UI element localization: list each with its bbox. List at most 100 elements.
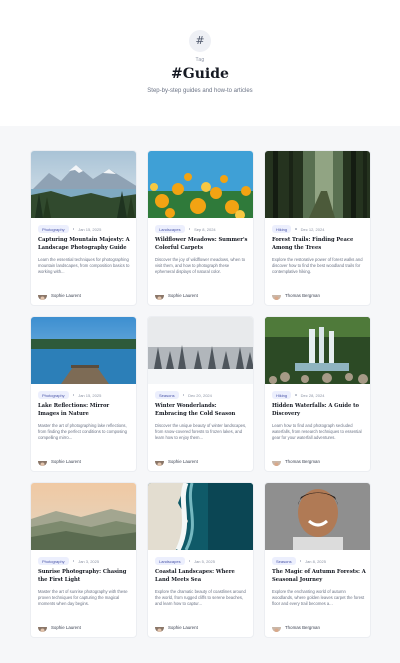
separator-dot [295, 228, 297, 230]
separator-dot [295, 394, 297, 396]
separator-dot [72, 394, 75, 396]
article-title[interactable]: Forest Trails: Finding Peace Among the T… [272, 237, 366, 252]
article-meta: Seasons Jan 8, 2025 [272, 557, 326, 565]
article-excerpt: Explore the restorative power of forest … [272, 257, 363, 275]
article-date: Jan 15, 2025 [78, 392, 102, 398]
avatar [272, 623, 281, 632]
article-card[interactable]: Seasons Dec 20, 2024 Winter Wonderlands:… [147, 316, 254, 472]
article-date: Dec 28, 2024 [300, 392, 325, 398]
article-card[interactable]: Hiking Dec 28, 2024 Hidden Waterfalls: A… [264, 316, 371, 472]
article-meta: Landscapes Sep 8, 2024 [155, 225, 216, 233]
article-title[interactable]: Winter Wonderlands: Embracing the Cold S… [155, 403, 249, 418]
article-meta: Hiking Dec 12, 2024 [272, 225, 324, 233]
article-card[interactable]: Hiking Dec 12, 2024 Forest Trails: Findi… [264, 150, 371, 306]
category-badge[interactable]: Landscapes [155, 557, 185, 565]
page-subtitle: Step-by-step guides and how-to articles [147, 88, 253, 94]
article-card[interactable]: Photography Jan 3, 2025 Sunrise Photogra… [30, 482, 137, 638]
separator-dot [299, 560, 302, 562]
article-title[interactable]: Wildflower Meadows: Summer's Colorful Ca… [155, 237, 249, 252]
author-name: Thomas Bergman [285, 458, 320, 464]
article-author: Sophie Laurent [155, 290, 198, 300]
avatar [155, 291, 164, 300]
separator-dot [188, 228, 191, 230]
article-author: Sophie Laurent [38, 290, 81, 300]
author-name: Sophie Laurent [168, 292, 198, 298]
article-date: Dec 12, 2024 [300, 226, 325, 232]
hash-icon: # [189, 30, 211, 52]
avatar [155, 457, 164, 466]
article-card[interactable]: Landscapes Jan 5, 2025 Coastal Landscape… [147, 482, 254, 638]
article-meta: Seasons Dec 20, 2024 [155, 391, 212, 399]
avatar [272, 457, 281, 466]
article-image-waterfall[interactable] [265, 317, 370, 384]
article-excerpt: Explore the dramatic beauty of coastline… [155, 589, 246, 607]
separator-dot [182, 394, 185, 396]
category-badge[interactable]: Photography [38, 557, 69, 565]
article-card[interactable]: Photography Jan 15, 2025 Lake Reflection… [30, 316, 137, 472]
article-author: Thomas Bergman [272, 290, 320, 300]
avatar [155, 623, 164, 632]
article-image-portrait[interactable] [265, 483, 370, 550]
article-excerpt: Discover the joy of wildflower meadows, … [155, 257, 246, 275]
author-name: Thomas Bergman [285, 292, 320, 298]
avatar [38, 623, 47, 632]
article-title[interactable]: Coastal Landscapes: Where Land Meets Sea [155, 569, 249, 584]
article-date: Jan 15, 2025 [78, 226, 102, 232]
article-image-lake-dock[interactable] [31, 317, 136, 384]
article-meta: Hiking Dec 28, 2024 [272, 391, 324, 399]
article-title[interactable]: Capturing Mountain Majesty: A Landscape … [38, 237, 132, 252]
article-meta: Photography Jan 15, 2025 [38, 391, 101, 399]
article-author: Thomas Bergman [272, 456, 320, 466]
avatar [38, 291, 47, 300]
article-image-winter-forest[interactable] [148, 317, 253, 384]
category-badge[interactable]: Photography [38, 225, 69, 233]
article-card[interactable]: Landscapes Sep 8, 2024 Wildflower Meadow… [147, 150, 254, 306]
article-author: Sophie Laurent [155, 456, 198, 466]
page-header: # Tag #Guide Step-by-step guides and how… [0, 0, 400, 126]
article-date: Dec 20, 2024 [188, 392, 212, 398]
article-meta: Photography Jan 3, 2025 [38, 557, 99, 565]
page-title: #Guide [171, 66, 229, 82]
article-date: Jan 8, 2025 [305, 558, 326, 564]
category-badge[interactable]: Hiking [272, 391, 292, 399]
article-excerpt: Explore the enchanting world of autumn w… [272, 589, 365, 607]
category-badge[interactable]: Seasons [272, 557, 296, 565]
article-excerpt: Learn how to find and photograph seclude… [272, 423, 362, 441]
author-name: Sophie Laurent [168, 458, 198, 464]
article-card[interactable]: Seasons Jan 8, 2025 The Magic of Autumn … [264, 482, 371, 638]
article-card[interactable]: Photography Jan 15, 2025 Capturing Mount… [30, 150, 137, 306]
article-excerpt: Master the art of sunrise photography wi… [38, 589, 128, 607]
category-badge[interactable]: Seasons [155, 391, 179, 399]
category-badge[interactable]: Hiking [272, 225, 292, 233]
tag-eyebrow: Tag [195, 57, 205, 63]
article-meta: Landscapes Jan 5, 2025 [155, 557, 215, 565]
article-date: Sep 8, 2024 [194, 226, 216, 232]
article-image-sunrise-hills[interactable] [31, 483, 136, 550]
article-title[interactable]: The Magic of Autumn Forests: A Seasonal … [272, 569, 366, 584]
author-name: Thomas Bergman [285, 624, 320, 630]
article-date: Jan 3, 2025 [78, 558, 100, 564]
article-image-coastal-aerial[interactable] [148, 483, 253, 550]
article-image-mountain-lake[interactable] [31, 151, 136, 218]
article-image-forest-trail[interactable] [265, 151, 370, 218]
article-author: Sophie Laurent [38, 622, 81, 632]
article-author: Thomas Bergman [272, 622, 320, 632]
author-name: Sophie Laurent [51, 292, 81, 298]
article-author: Sophie Laurent [155, 622, 198, 632]
separator-dot [188, 560, 191, 562]
article-excerpt: Master the art of photographing lake ref… [38, 423, 127, 441]
article-excerpt: Learn the essential techniques for photo… [38, 257, 130, 275]
separator-dot [72, 228, 75, 230]
author-name: Sophie Laurent [51, 624, 81, 630]
separator-dot [72, 560, 75, 562]
article-excerpt: Discover the unique beauty of winter lan… [155, 423, 247, 441]
category-badge[interactable]: Landscapes [155, 225, 185, 233]
article-title[interactable]: Lake Reflections: Mirror Images in Natur… [38, 403, 132, 418]
article-meta: Photography Jan 15, 2025 [38, 225, 101, 233]
article-title[interactable]: Sunrise Photography: Chasing the First L… [38, 569, 132, 584]
author-name: Sophie Laurent [168, 624, 198, 630]
article-image-wildflowers[interactable] [148, 151, 253, 218]
article-title[interactable]: Hidden Waterfalls: A Guide to Discovery [272, 403, 366, 418]
article-author: Sophie Laurent [38, 456, 81, 466]
category-badge[interactable]: Photography [38, 391, 69, 399]
